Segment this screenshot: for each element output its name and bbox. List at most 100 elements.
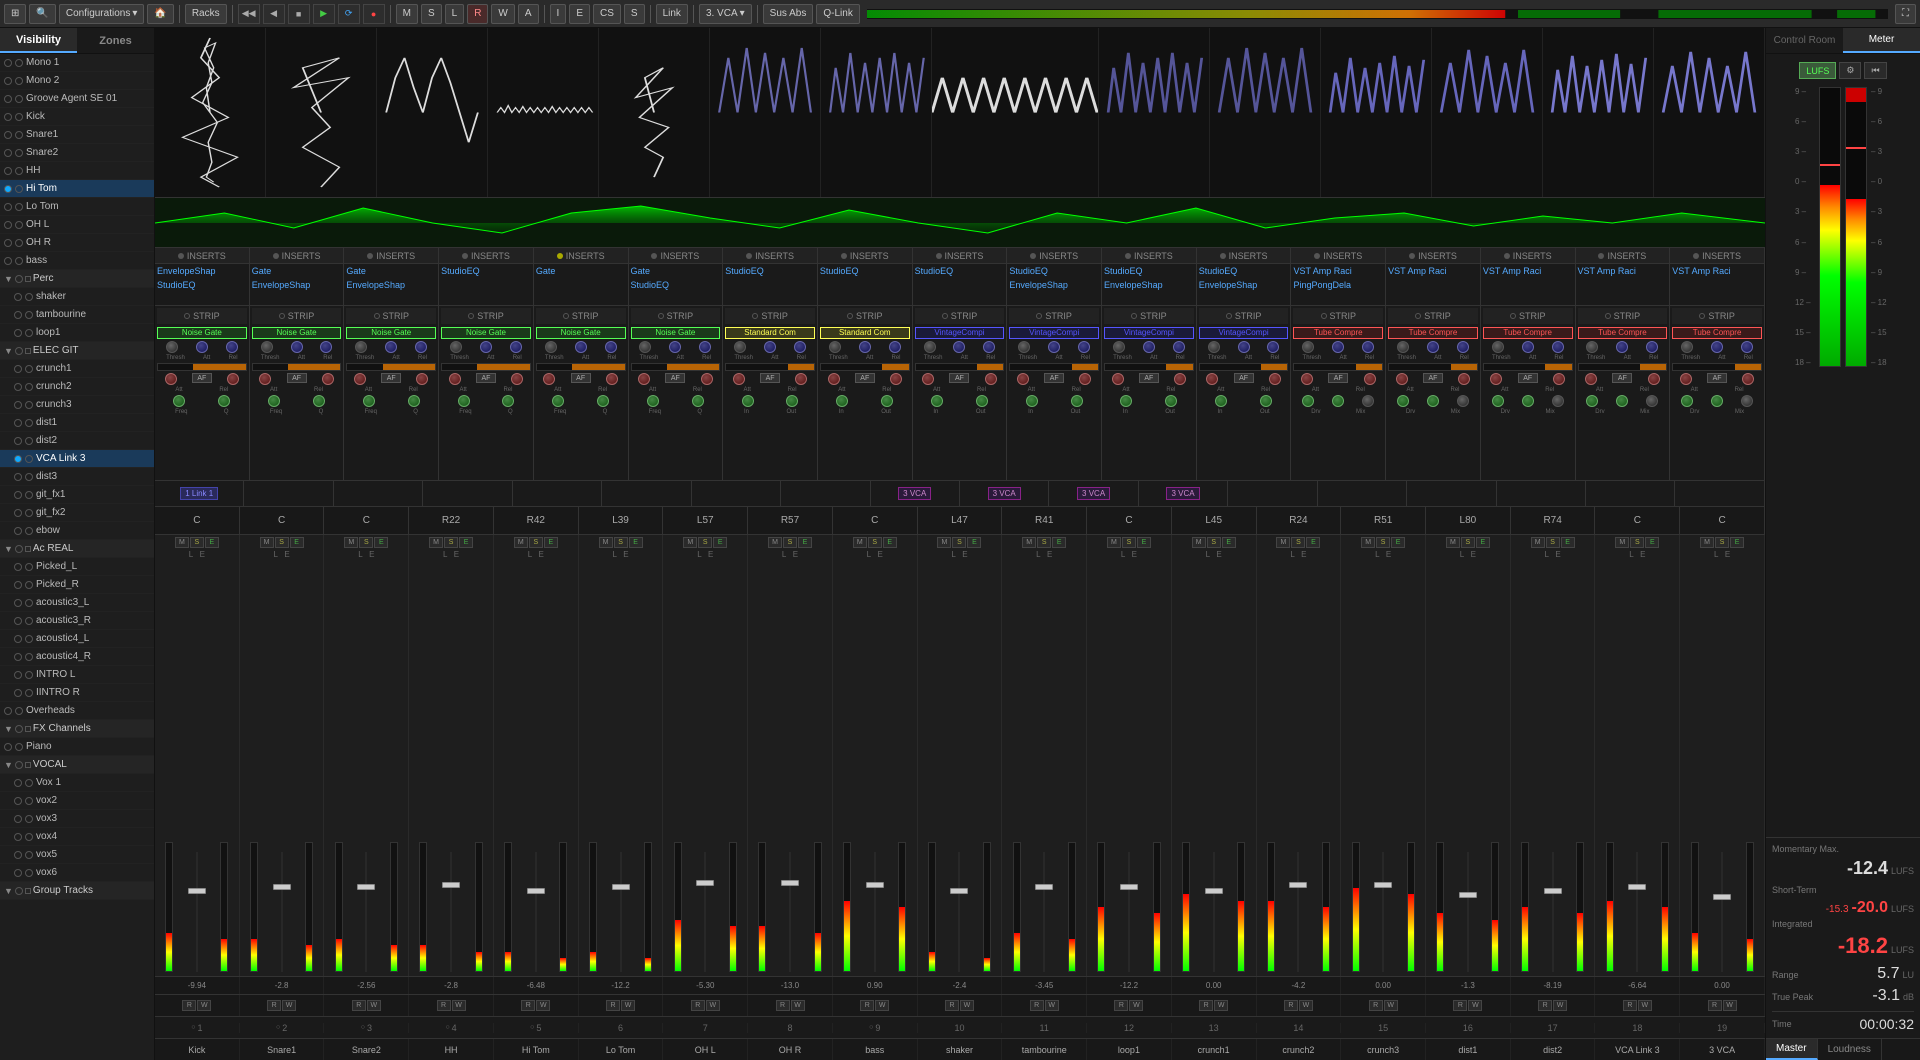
strip-plugin-16[interactable]: Tube Compre — [1578, 327, 1668, 339]
knob-mix-14[interactable] — [1457, 395, 1469, 407]
knob-q-5[interactable] — [597, 395, 609, 407]
strip-plugin-7[interactable]: Standard Com — [725, 327, 815, 339]
solo-btn-15[interactable]: S — [1376, 537, 1390, 548]
knob-mix-15[interactable] — [1552, 395, 1564, 407]
knob-att-9[interactable] — [953, 341, 965, 353]
strip-plugin-10[interactable]: VintageCompi — [1009, 327, 1099, 339]
r-btn-6[interactable]: R — [606, 1000, 620, 1011]
insert-slot-15-1[interactable]: VST Amp Raci — [1481, 264, 1575, 278]
knob-mix-13[interactable] — [1362, 395, 1374, 407]
channel-pan-12[interactable]: C — [1087, 507, 1172, 534]
insert-slot-10-2[interactable]: EnvelopeShap — [1007, 278, 1101, 292]
knob-rl-15[interactable] — [1553, 373, 1565, 385]
w-btn-1[interactable]: W — [197, 1000, 211, 1011]
knob-atk-14[interactable] — [1396, 373, 1408, 385]
w-btn-6[interactable]: W — [621, 1000, 635, 1011]
mute-btn-3[interactable]: M — [344, 537, 358, 548]
knob-mix-16[interactable] — [1646, 395, 1658, 407]
channel-name-bottom-11[interactable]: tambourine — [1002, 1039, 1087, 1060]
fader-handle-16[interactable] — [1459, 892, 1477, 898]
strip-plugin-15[interactable]: Tube Compre — [1483, 327, 1573, 339]
r-btn-1[interactable]: R — [182, 1000, 196, 1011]
knob-q-13[interactable] — [1332, 395, 1344, 407]
transport-rewind[interactable]: ◀ — [263, 4, 285, 24]
insert-slot-6-2[interactable]: StudioEQ — [629, 278, 723, 292]
solo-btn-10[interactable]: S — [952, 537, 966, 548]
knob-q-12[interactable] — [1260, 395, 1272, 407]
track-item-vox2[interactable]: vox2 — [0, 792, 154, 810]
solo-btn-13[interactable]: S — [1207, 537, 1221, 548]
channel-num-7[interactable]: 7 — [663, 1023, 748, 1033]
track-item-snare2[interactable]: Snare2 — [0, 144, 154, 162]
knob-att-10[interactable] — [1048, 341, 1060, 353]
knob-rl-16[interactable] — [1648, 373, 1660, 385]
track-item-oh-l[interactable]: OH L — [0, 216, 154, 234]
channel-num-15[interactable]: 15 — [1341, 1023, 1426, 1033]
knob-q-11[interactable] — [1165, 395, 1177, 407]
r-btn-2[interactable]: R — [267, 1000, 281, 1011]
transport-loop[interactable]: ⟳ — [338, 4, 360, 24]
knob-q-6[interactable] — [692, 395, 704, 407]
mode-m[interactable]: M — [396, 4, 418, 24]
insert-slot-5-1[interactable]: Gate — [534, 264, 628, 278]
channel-num-9[interactable]: ○9 — [833, 1023, 918, 1033]
solo-btn-17[interactable]: S — [1546, 537, 1560, 548]
knob-rel-17[interactable] — [1741, 341, 1753, 353]
knob-thresh-17[interactable] — [1681, 341, 1693, 353]
track-item-kick[interactable]: Kick — [0, 108, 154, 126]
track-item-vox-1[interactable]: Vox 1 — [0, 774, 154, 792]
channel-pan-5[interactable]: R42 — [494, 507, 579, 534]
w-btn-11[interactable]: W — [1045, 1000, 1059, 1011]
w-btn-8[interactable]: W — [791, 1000, 805, 1011]
knob-att-8[interactable] — [859, 341, 871, 353]
track-item-acoustic4_l[interactable]: acoustic4_L — [0, 630, 154, 648]
insert-slot-17-1[interactable]: VST Amp Raci — [1670, 264, 1764, 278]
strip-af-btn-1[interactable]: AF — [192, 373, 212, 383]
e-btn-17[interactable]: E — [1561, 537, 1575, 548]
knob-rel-10[interactable] — [1078, 341, 1090, 353]
knob-thresh-11[interactable] — [1113, 341, 1125, 353]
knob-rl-1[interactable] — [227, 373, 239, 385]
strip-af-btn-4[interactable]: AF — [476, 373, 496, 383]
knob-atk-2[interactable] — [259, 373, 271, 385]
knob-freq-9[interactable] — [931, 395, 943, 407]
channel-pan-16[interactable]: L80 — [1426, 507, 1511, 534]
mute-btn-19[interactable]: M — [1700, 537, 1714, 548]
knob-atk-13[interactable] — [1301, 373, 1313, 385]
knob-rel-7[interactable] — [794, 341, 806, 353]
track-item-vox5[interactable]: vox5 — [0, 846, 154, 864]
channel-pan-10[interactable]: L47 — [918, 507, 1003, 534]
channel-pan-13[interactable]: L45 — [1172, 507, 1257, 534]
knob-thresh-15[interactable] — [1492, 341, 1504, 353]
track-item-oh-r[interactable]: OH R — [0, 234, 154, 252]
transport-play[interactable]: ▶ — [313, 4, 335, 24]
sect-s[interactable]: S — [624, 4, 645, 24]
channel-pan-19[interactable]: C — [1680, 507, 1765, 534]
mute-btn-11[interactable]: M — [1022, 537, 1036, 548]
knob-atk-15[interactable] — [1490, 373, 1502, 385]
loudness-tab[interactable]: Loudness — [1818, 1039, 1882, 1060]
mute-btn-9[interactable]: M — [853, 537, 867, 548]
knob-rl-7[interactable] — [795, 373, 807, 385]
sect-cs[interactable]: CS — [593, 4, 621, 24]
channel-num-5[interactable]: ○5 — [494, 1023, 579, 1033]
mute-btn-8[interactable]: M — [768, 537, 782, 548]
track-item-groove-agent-se-01[interactable]: Groove Agent SE 01 — [0, 90, 154, 108]
knob-thresh-16[interactable] — [1586, 341, 1598, 353]
fader-handle-10[interactable] — [950, 888, 968, 894]
toolbar-search-btn[interactable]: 🔍 — [29, 4, 55, 24]
r-btn-10[interactable]: R — [945, 1000, 959, 1011]
e-btn-14[interactable]: E — [1306, 537, 1320, 548]
fader-handle-12[interactable] — [1120, 884, 1138, 890]
knob-q-10[interactable] — [1071, 395, 1083, 407]
track-item-overheads[interactable]: Overheads — [0, 702, 154, 720]
fader-handle-2[interactable] — [273, 884, 291, 890]
knob-freq-15[interactable] — [1492, 395, 1504, 407]
w-btn-2[interactable]: W — [282, 1000, 296, 1011]
strip-plugin-9[interactable]: VintageCompi — [915, 327, 1005, 339]
strip-af-btn-15[interactable]: AF — [1518, 373, 1538, 383]
w-btn-18[interactable]: W — [1638, 1000, 1652, 1011]
insert-slot-16-2[interactable] — [1576, 278, 1670, 292]
w-btn-4[interactable]: W — [452, 1000, 466, 1011]
insert-slot-12-2[interactable]: EnvelopeShap — [1197, 278, 1291, 292]
